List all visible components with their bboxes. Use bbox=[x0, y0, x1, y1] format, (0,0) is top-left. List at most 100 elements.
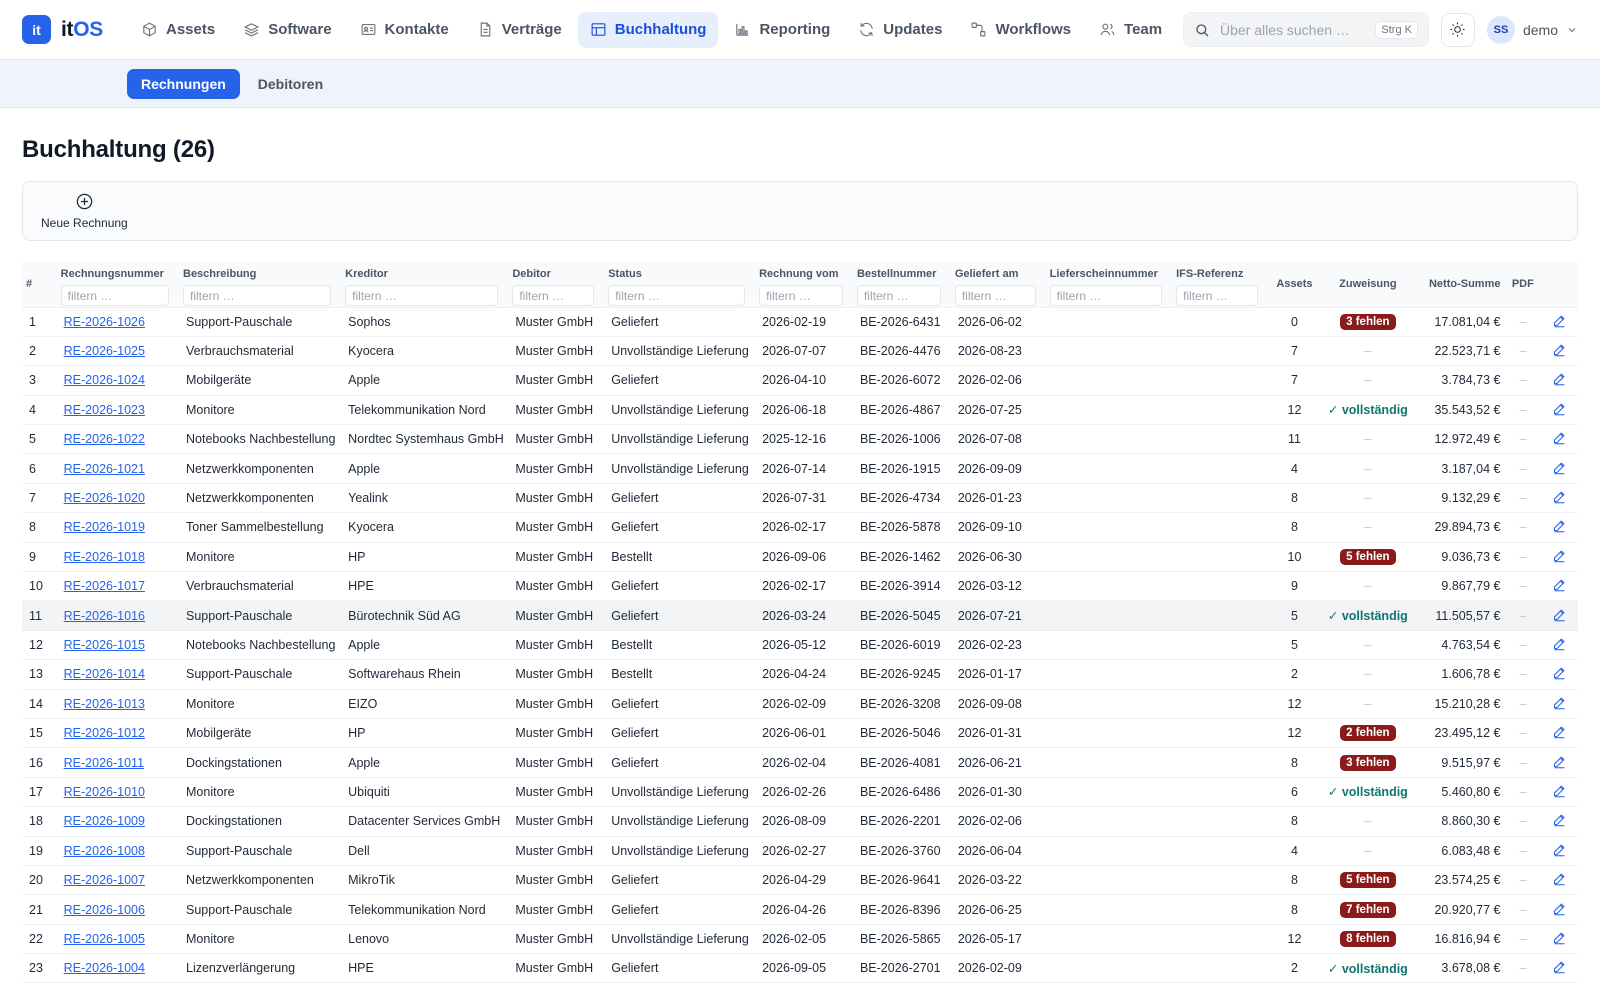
nav-item-assets[interactable]: Assets bbox=[129, 12, 227, 48]
filter-ifs-reference[interactable] bbox=[1176, 285, 1258, 306]
table-row[interactable]: 23 RE-2026-1004 Lizenzverlängerung HPE Muste… bbox=[22, 953, 1578, 984]
invoice-link[interactable]: RE-2026-1012 bbox=[64, 726, 145, 740]
invoice-link[interactable]: RE-2026-1016 bbox=[64, 609, 145, 623]
invoice-link[interactable]: RE-2026-1025 bbox=[64, 344, 145, 358]
filter-creditor[interactable] bbox=[345, 285, 499, 306]
search-shortcut: Strg K bbox=[1375, 20, 1418, 39]
table-row[interactable]: 16 RE-2026-1011 Dockingstationen Apple Muste… bbox=[22, 747, 1578, 778]
edit-button[interactable] bbox=[1541, 924, 1578, 955]
invoice-link[interactable]: RE-2026-1015 bbox=[64, 638, 145, 652]
table-row[interactable]: 2 RE-2026-1025 Verbrauchsmaterial Kyocera Mu… bbox=[22, 336, 1578, 367]
invoice-link[interactable]: RE-2026-1014 bbox=[64, 667, 145, 681]
invoice-link[interactable]: RE-2026-1010 bbox=[64, 785, 145, 799]
edit-button[interactable] bbox=[1541, 894, 1578, 925]
invoice-link[interactable]: RE-2026-1018 bbox=[64, 550, 145, 564]
edit-button[interactable] bbox=[1541, 365, 1578, 396]
nav-item-updates[interactable]: Updates bbox=[846, 12, 954, 48]
invoice-link[interactable]: RE-2026-1019 bbox=[64, 520, 145, 534]
new-invoice-button[interactable]: Neue Rechnung bbox=[41, 192, 128, 230]
edit-button[interactable] bbox=[1541, 836, 1578, 866]
filter-description[interactable] bbox=[183, 285, 332, 306]
table-row[interactable]: 18 RE-2026-1009 Dockingstationen Datacenter… bbox=[22, 806, 1578, 837]
filter-order-number[interactable] bbox=[856, 285, 941, 306]
table-row[interactable]: 21 RE-2026-1006 Support-Pauschale Telekommu… bbox=[22, 894, 1578, 925]
table-row[interactable]: 4 RE-2026-1023 Monitore Telekommunikation N… bbox=[22, 395, 1578, 426]
filter-delivery-note[interactable] bbox=[1049, 285, 1163, 306]
filter-status[interactable] bbox=[608, 285, 746, 306]
global-search[interactable]: Strg K bbox=[1182, 12, 1429, 47]
nav-item-reporting[interactable]: Reporting bbox=[722, 12, 842, 48]
filter-invoice-date[interactable] bbox=[759, 285, 843, 306]
nav-item-software[interactable]: Software bbox=[231, 12, 343, 48]
edit-button[interactable] bbox=[1541, 336, 1578, 367]
edit-button[interactable] bbox=[1541, 747, 1578, 778]
table-row[interactable]: 15 RE-2026-1012 Mobilgeräte HP Muster GmbH Ge… bbox=[22, 718, 1578, 749]
table-row[interactable]: 9 RE-2026-1018 Monitore HP Muster GmbH Bestel… bbox=[22, 542, 1578, 573]
edit-button[interactable] bbox=[1541, 512, 1578, 543]
cell-creditor: HPE bbox=[341, 571, 509, 602]
invoice-link[interactable]: RE-2026-1020 bbox=[64, 491, 145, 505]
edit-button[interactable] bbox=[1541, 307, 1578, 337]
edit-button[interactable] bbox=[1541, 542, 1578, 573]
invoice-link[interactable]: RE-2026-1024 bbox=[64, 373, 145, 387]
edit-button[interactable] bbox=[1541, 424, 1578, 455]
filter-debtor[interactable] bbox=[512, 285, 595, 306]
invoice-link[interactable]: RE-2026-1004 bbox=[64, 961, 145, 975]
edit-button[interactable] bbox=[1541, 718, 1578, 749]
invoice-link[interactable]: RE-2026-1009 bbox=[64, 814, 145, 828]
cell-net-sum: 22.523,71 € bbox=[1414, 336, 1505, 367]
table-row[interactable]: 14 RE-2026-1013 Monitore EIZO Muster GmbH Gel… bbox=[22, 689, 1578, 719]
edit-button[interactable] bbox=[1541, 689, 1578, 719]
edit-pencil-icon bbox=[1554, 814, 1565, 827]
table-row[interactable]: 3 RE-2026-1024 Mobilgeräte Apple Muster GmbH… bbox=[22, 365, 1578, 396]
edit-button[interactable] bbox=[1541, 865, 1578, 896]
table-row[interactable]: 5 RE-2026-1022 Notebooks Nachbestellung Nor… bbox=[22, 424, 1578, 455]
table-row[interactable]: 8 RE-2026-1019 Toner Sammelbestellung Kyoce… bbox=[22, 512, 1578, 543]
theme-toggle-button[interactable] bbox=[1440, 12, 1475, 47]
filter-delivered[interactable] bbox=[954, 285, 1036, 306]
nav-item-team[interactable]: Team bbox=[1087, 12, 1174, 48]
table-row[interactable]: 22 RE-2026-1005 Monitore Lenovo Muster GmbH U… bbox=[22, 924, 1578, 955]
table-row[interactable]: 11 RE-2026-1016 Support-Pauschale Bürotechn… bbox=[22, 600, 1578, 631]
invoice-link[interactable]: RE-2026-1008 bbox=[64, 844, 145, 858]
edit-button[interactable] bbox=[1541, 953, 1578, 984]
edit-button[interactable] bbox=[1541, 777, 1578, 808]
table-row[interactable]: 19 RE-2026-1008 Support-Pauschale Dell Muste… bbox=[22, 836, 1578, 866]
nav-item-buchhaltung[interactable]: Buchhaltung bbox=[577, 11, 719, 48]
table-row[interactable]: 7 RE-2026-1020 Netzwerkkomponenten Yealink M… bbox=[22, 483, 1578, 514]
table-row[interactable]: 6 RE-2026-1021 Netzwerkkomponenten Apple Mus… bbox=[22, 453, 1578, 484]
invoice-link[interactable]: RE-2026-1013 bbox=[64, 697, 145, 711]
table-row[interactable]: 17 RE-2026-1010 Monitore Ubiquiti Muster Gmb… bbox=[22, 777, 1578, 808]
invoice-link[interactable]: RE-2026-1022 bbox=[64, 432, 145, 446]
invoice-link[interactable]: RE-2026-1007 bbox=[64, 873, 145, 887]
user-menu[interactable]: SS demo bbox=[1486, 15, 1578, 44]
invoice-link[interactable]: RE-2026-1005 bbox=[64, 932, 145, 946]
nav-item-verträge[interactable]: Verträge bbox=[465, 12, 574, 48]
invoice-link[interactable]: RE-2026-1006 bbox=[64, 903, 145, 917]
table-row[interactable]: 12 RE-2026-1015 Notebooks Nachbestellung Ap… bbox=[22, 630, 1578, 661]
subtab-rechnungen[interactable]: Rechnungen bbox=[127, 68, 240, 99]
invoice-link[interactable]: RE-2026-1011 bbox=[64, 756, 144, 770]
search-input[interactable] bbox=[1219, 21, 1366, 38]
edit-button[interactable] bbox=[1541, 395, 1578, 426]
invoice-link[interactable]: RE-2026-1021 bbox=[64, 462, 145, 476]
edit-button[interactable] bbox=[1541, 453, 1578, 484]
edit-button[interactable] bbox=[1541, 483, 1578, 514]
edit-button[interactable] bbox=[1541, 806, 1578, 837]
edit-button[interactable] bbox=[1541, 571, 1578, 602]
table-row[interactable]: 20 RE-2026-1007 Netzwerkkomponenten MikroTi… bbox=[22, 865, 1578, 896]
edit-button[interactable] bbox=[1541, 659, 1578, 690]
app-logo[interactable]: it itOS bbox=[22, 15, 103, 44]
nav-item-workflows[interactable]: Workflows bbox=[958, 12, 1083, 48]
nav-item-kontakte[interactable]: Kontakte bbox=[348, 12, 461, 48]
invoice-link[interactable]: RE-2026-1026 bbox=[64, 315, 145, 329]
table-row[interactable]: 10 RE-2026-1017 Verbrauchsmaterial HPE Muste… bbox=[22, 571, 1578, 602]
filter-invoice[interactable] bbox=[60, 285, 169, 306]
invoice-link[interactable]: RE-2026-1017 bbox=[64, 579, 145, 593]
invoice-link[interactable]: RE-2026-1023 bbox=[64, 403, 145, 417]
table-row[interactable]: 1 RE-2026-1026 Support-Pauschale Sophos Must… bbox=[22, 307, 1578, 337]
edit-button[interactable] bbox=[1541, 630, 1578, 661]
edit-button[interactable] bbox=[1541, 600, 1578, 631]
subtab-debitoren[interactable]: Debitoren bbox=[244, 69, 337, 99]
table-row[interactable]: 13 RE-2026-1014 Support-Pauschale Softwareh… bbox=[22, 659, 1578, 690]
